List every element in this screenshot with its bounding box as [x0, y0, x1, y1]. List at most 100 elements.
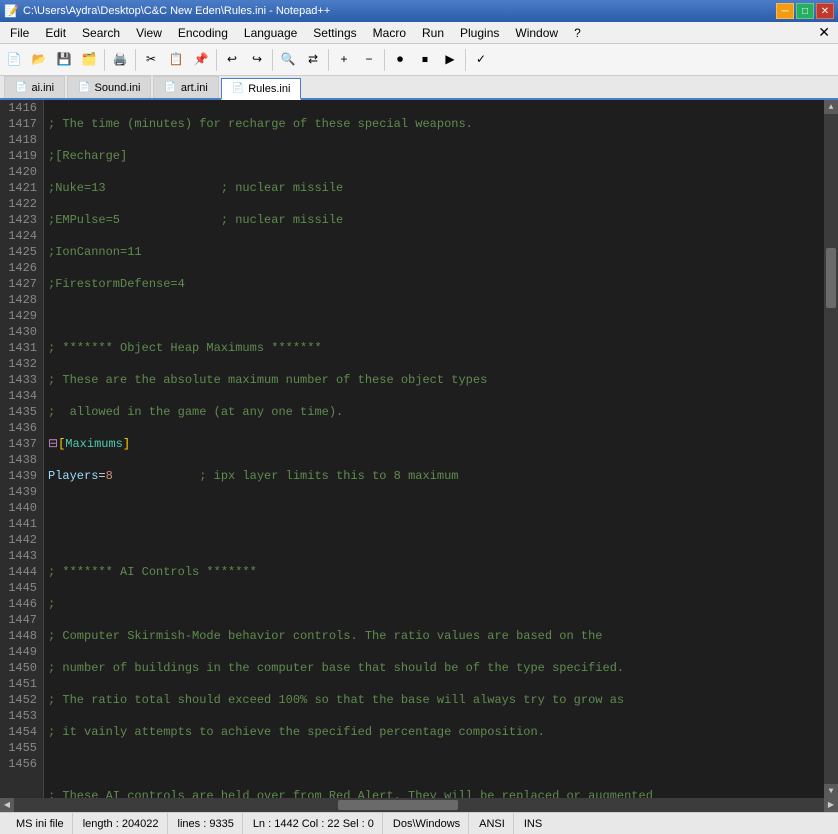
code-line: [48, 500, 820, 516]
line-numbers: 1416 1417 1418 1419 1420 1421 1422 1423 …: [0, 100, 44, 798]
scroll-up-button[interactable]: ▲: [824, 100, 838, 114]
menu-view[interactable]: View: [128, 22, 170, 43]
status-lines: lines : 9335: [170, 813, 243, 834]
code-line: ; These are the absolute maximum number …: [48, 372, 820, 388]
toolbar-sep-3: [216, 49, 217, 71]
menu-macro[interactable]: Macro: [365, 22, 414, 43]
tab-label-art: art.ini: [181, 82, 208, 94]
titlebar-left: 📝 C:\Users\Aydra\Desktop\C&C New Eden\Ru…: [4, 4, 330, 18]
paste-button[interactable]: 📌: [189, 48, 213, 72]
code-line: ; These AI controls are held over from R…: [48, 788, 820, 798]
save-button[interactable]: 💾: [52, 48, 76, 72]
code-editor[interactable]: ; The time (minutes) for recharge of the…: [44, 100, 824, 798]
zoom-in-button[interactable]: +: [332, 48, 356, 72]
toolbar-sep-4: [272, 49, 273, 71]
cut-button[interactable]: ✂: [139, 48, 163, 72]
editor-container: 1416 1417 1418 1419 1420 1421 1422 1423 …: [0, 100, 838, 798]
code-line: [48, 756, 820, 772]
code-line: [48, 532, 820, 548]
tab-label-sound: Sound.ini: [95, 82, 141, 94]
titlebar: 📝 C:\Users\Aydra\Desktop\C&C New Eden\Ru…: [0, 0, 838, 22]
undo-button[interactable]: ↩: [220, 48, 244, 72]
statusbar: MS ini file length : 204022 lines : 9335…: [0, 812, 838, 834]
code-line: ⊟ [Maximums]: [48, 436, 820, 452]
menu-window[interactable]: Window: [507, 22, 566, 43]
menu-language[interactable]: Language: [236, 22, 305, 43]
maximize-button[interactable]: □: [796, 3, 814, 19]
code-line: ;EMPulse=5 ; nuclear missile: [48, 212, 820, 228]
macro-play-button[interactable]: ▶: [438, 48, 462, 72]
code-line: ; The time (minutes) for recharge of the…: [48, 116, 820, 132]
minimize-button[interactable]: ─: [776, 3, 794, 19]
tab-art-ini[interactable]: 📄 art.ini: [153, 76, 218, 98]
menubar: File Edit Search View Encoding Language …: [0, 22, 838, 44]
menu-edit[interactable]: Edit: [37, 22, 74, 43]
code-line: ; The ratio total should exceed 100% so …: [48, 692, 820, 708]
replace-button[interactable]: ⇄: [301, 48, 325, 72]
code-line: ; ******* Object Heap Maximums *******: [48, 340, 820, 356]
tab-label-rules: Rules.ini: [248, 83, 290, 95]
menu-close-button[interactable]: ✕: [812, 24, 836, 41]
menu-run[interactable]: Run: [414, 22, 452, 43]
code-line: ; it vainly attempts to achieve the spec…: [48, 724, 820, 740]
print-button[interactable]: 🖨️: [108, 48, 132, 72]
vertical-scrollbar[interactable]: ▲ ▼: [824, 100, 838, 798]
menu-help[interactable]: ?: [566, 22, 589, 43]
tab-ai-ini[interactable]: 📄 ai.ini: [4, 76, 65, 98]
tab-icon-sound: 📄: [78, 82, 90, 93]
tab-rules-ini[interactable]: 📄 Rules.ini: [221, 78, 302, 100]
menu-file[interactable]: File: [2, 22, 37, 43]
scroll-left-button[interactable]: ◀: [0, 798, 14, 812]
code-line: ; number of buildings in the computer ba…: [48, 660, 820, 676]
scroll-thumb[interactable]: [826, 248, 836, 308]
close-button[interactable]: ✕: [816, 3, 834, 19]
app-icon: 📝: [4, 4, 19, 18]
tab-icon-rules: 📄: [232, 83, 244, 94]
status-length: length : 204022: [75, 813, 168, 834]
code-line: ; allowed in the game (at any one time).: [48, 404, 820, 420]
scroll-down-button[interactable]: ▼: [824, 784, 838, 798]
code-line: ; Computer Skirmish-Mode behavior contro…: [48, 628, 820, 644]
status-line-ending: Dos\Windows: [385, 813, 469, 834]
menu-plugins[interactable]: Plugins: [452, 22, 507, 43]
tab-sound-ini[interactable]: 📄 Sound.ini: [67, 76, 151, 98]
syntax-check-button[interactable]: ✓: [469, 48, 493, 72]
code-line: [48, 308, 820, 324]
toolbar-sep-2: [135, 49, 136, 71]
code-line: ;FirestormDefense=4: [48, 276, 820, 292]
code-line: Players=8 ; ipx layer limits this to 8 m…: [48, 468, 820, 484]
hscroll-track[interactable]: [14, 798, 824, 812]
status-position: Ln : 1442 Col : 22 Sel : 0: [245, 813, 383, 834]
toolbar-sep-6: [384, 49, 385, 71]
horizontal-scrollbar[interactable]: ◀ ▶: [0, 798, 838, 812]
tab-icon-art: 📄: [164, 82, 176, 93]
toolbar-sep-5: [328, 49, 329, 71]
zoom-out-button[interactable]: −: [357, 48, 381, 72]
code-line: ; ******* AI Controls *******: [48, 564, 820, 580]
open-button[interactable]: 📂: [27, 48, 51, 72]
hscroll-thumb[interactable]: [338, 800, 458, 810]
toolbar-sep-1: [104, 49, 105, 71]
new-button[interactable]: 📄: [2, 48, 26, 72]
toolbar: 📄 📂 💾 🗂️ 🖨️ ✂ 📋 📌 ↩ ↪ 🔍 ⇄ + − ⏺ ⏹ ▶ ✓: [0, 44, 838, 76]
status-file-type: MS ini file: [8, 813, 73, 834]
tab-icon-ai: 📄: [15, 82, 27, 93]
menu-search[interactable]: Search: [74, 22, 128, 43]
redo-button[interactable]: ↪: [245, 48, 269, 72]
menu-settings[interactable]: Settings: [305, 22, 364, 43]
title-text: C:\Users\Aydra\Desktop\C&C New Eden\Rule…: [23, 5, 330, 17]
code-line: ;Nuke=13 ; nuclear missile: [48, 180, 820, 196]
status-ins: INS: [516, 813, 550, 834]
toolbar-sep-7: [465, 49, 466, 71]
copy-button[interactable]: 📋: [164, 48, 188, 72]
menu-encoding[interactable]: Encoding: [170, 22, 236, 43]
scroll-right-button[interactable]: ▶: [824, 798, 838, 812]
scroll-track[interactable]: [824, 114, 838, 784]
code-line: ;[Recharge]: [48, 148, 820, 164]
macro-stop-button[interactable]: ⏹: [413, 48, 437, 72]
save-all-button[interactable]: 🗂️: [77, 48, 101, 72]
status-encoding: ANSI: [471, 813, 514, 834]
find-button[interactable]: 🔍: [276, 48, 300, 72]
titlebar-controls: ─ □ ✕: [776, 3, 834, 19]
macro-record-button[interactable]: ⏺: [388, 48, 412, 72]
